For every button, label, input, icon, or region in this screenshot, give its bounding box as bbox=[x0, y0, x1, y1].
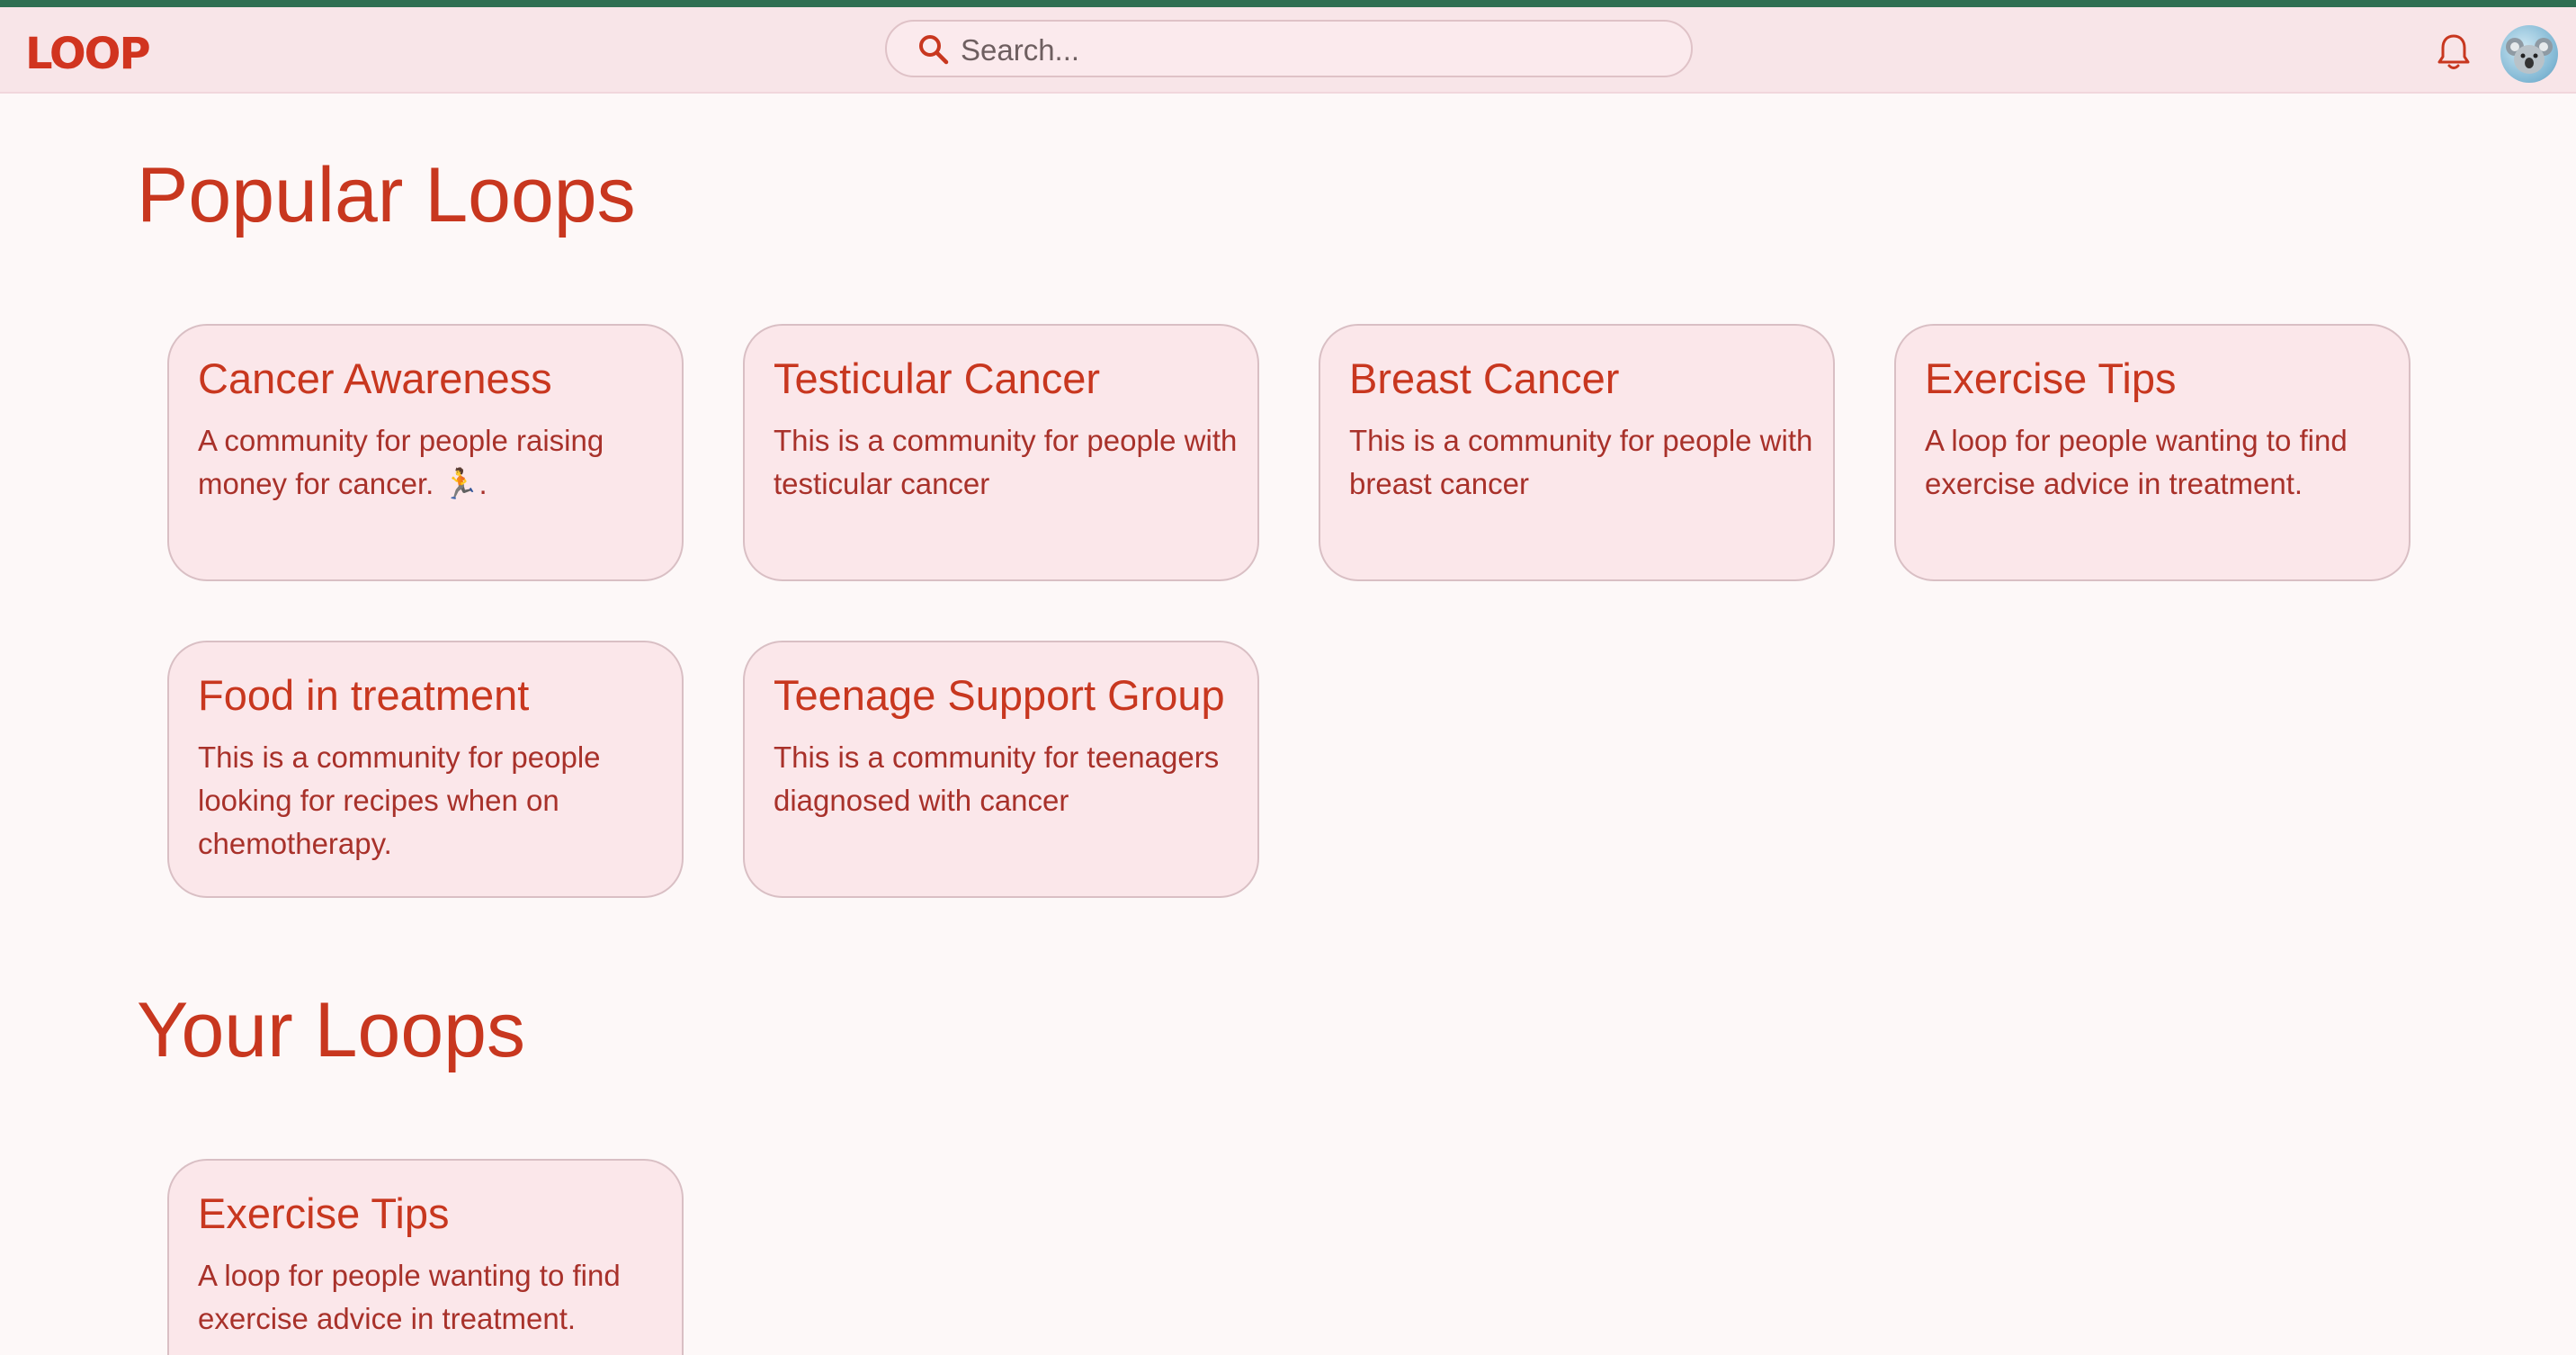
loop-card-title: Exercise Tips bbox=[1925, 354, 2177, 402]
loop-card[interactable]: Exercise Tips A loop for people wanting … bbox=[1894, 324, 2411, 581]
loop-card[interactable]: Teenage Support Group This is a communit… bbox=[743, 641, 1259, 898]
loop-card[interactable]: Breast Cancer This is a community for pe… bbox=[1319, 324, 1835, 581]
loop-card-title: Testicular Cancer bbox=[774, 354, 1101, 402]
loop-card[interactable]: Testicular Cancer This is a community fo… bbox=[743, 324, 1259, 581]
top-accent-bar bbox=[0, 0, 2576, 7]
loop-card-title: Exercise Tips bbox=[198, 1189, 450, 1237]
loop-card[interactable]: Exercise Tips A loop for people wanting … bbox=[167, 1159, 684, 1355]
search-bar[interactable] bbox=[885, 20, 1693, 77]
loop-card-title: Teenage Support Group bbox=[774, 671, 1225, 719]
loop-logo[interactable]: LOOP bbox=[25, 29, 151, 79]
loop-card-description: A loop for people wanting to find exerci… bbox=[198, 1259, 621, 1335]
loop-card-description: This is a community for people with test… bbox=[774, 424, 1238, 500]
loop-card-description: This is a community for people with brea… bbox=[1349, 424, 1813, 500]
popular-loops-heading: Popular Loops bbox=[137, 152, 636, 238]
loop-card-description: A loop for people wanting to find exerci… bbox=[1925, 424, 2348, 500]
loop-card[interactable]: Cancer Awareness A community for people … bbox=[167, 324, 684, 581]
bell-icon[interactable] bbox=[2436, 32, 2472, 72]
loop-card-description: A community for people raising money for… bbox=[198, 424, 604, 500]
search-input[interactable] bbox=[959, 31, 1664, 70]
search-icon[interactable] bbox=[917, 33, 950, 66]
user-avatar[interactable] bbox=[2500, 25, 2558, 83]
loop-card-title: Breast Cancer bbox=[1349, 354, 1620, 402]
loop-card-description: This is a community for teenagers diagno… bbox=[774, 740, 1220, 817]
loop-card-title: Cancer Awareness bbox=[198, 354, 552, 402]
loop-card[interactable]: Food in treatment This is a community fo… bbox=[167, 641, 684, 898]
loop-card-description: This is a community for people looking f… bbox=[198, 740, 601, 860]
koala-icon bbox=[2506, 38, 2553, 74]
app-header: LOOP bbox=[0, 7, 2576, 94]
loop-card-title: Food in treatment bbox=[198, 671, 530, 719]
your-loops-heading: Your Loops bbox=[137, 987, 525, 1073]
